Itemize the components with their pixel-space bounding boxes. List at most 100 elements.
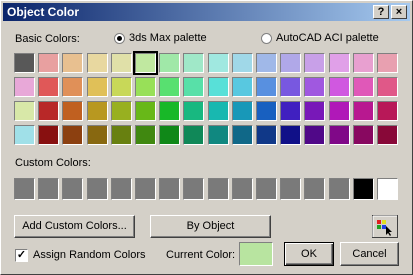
- basic-color-swatch[interactable]: [304, 53, 325, 73]
- custom-color-swatch[interactable]: [135, 178, 156, 200]
- object-color-dialog: Object Color ? × Basic Colors: 3ds Max p…: [0, 0, 413, 275]
- custom-color-swatch[interactable]: [256, 178, 277, 200]
- basic-color-swatch[interactable]: [232, 101, 253, 121]
- basic-color-swatch[interactable]: [111, 77, 132, 97]
- ok-button[interactable]: OK: [284, 242, 334, 266]
- basic-color-swatch[interactable]: [377, 125, 398, 145]
- custom-colors-label: Custom Colors:: [15, 157, 91, 169]
- basic-color-swatch[interactable]: [208, 53, 229, 73]
- basic-color-swatch[interactable]: [38, 77, 59, 97]
- basic-color-swatch[interactable]: [329, 53, 350, 73]
- basic-color-swatch[interactable]: [280, 77, 301, 97]
- basic-color-swatch[interactable]: [256, 77, 277, 97]
- basic-color-swatch[interactable]: [38, 101, 59, 121]
- basic-color-swatch[interactable]: [183, 77, 204, 97]
- check-mark-icon: ✓: [16, 249, 27, 261]
- assign-random-colors-checkbox[interactable]: ✓: [15, 249, 28, 262]
- basic-color-swatch[interactable]: [256, 125, 277, 145]
- basic-color-swatch[interactable]: [353, 77, 374, 97]
- basic-color-swatch[interactable]: [208, 101, 229, 121]
- by-object-button[interactable]: By Object: [150, 215, 271, 238]
- basic-color-swatch[interactable]: [87, 53, 108, 73]
- custom-color-swatch[interactable]: [87, 178, 108, 200]
- basic-color-swatch[interactable]: [353, 53, 374, 73]
- custom-color-swatch[interactable]: [353, 178, 374, 200]
- basic-color-swatch[interactable]: [111, 125, 132, 145]
- help-icon: ?: [377, 6, 385, 18]
- close-button[interactable]: ×: [391, 5, 407, 19]
- basic-color-swatch[interactable]: [87, 125, 108, 145]
- custom-color-swatch[interactable]: [232, 178, 253, 200]
- basic-color-swatch[interactable]: [280, 125, 301, 145]
- basic-color-swatch[interactable]: [135, 125, 156, 145]
- add-custom-colors-button[interactable]: Add Custom Colors...: [14, 215, 135, 238]
- basic-color-swatch[interactable]: [14, 125, 35, 145]
- basic-color-swatch[interactable]: [135, 77, 156, 97]
- radio-autocad-label: AutoCAD ACI palette: [276, 32, 379, 44]
- basic-color-swatch[interactable]: [280, 53, 301, 73]
- basic-color-swatch[interactable]: [256, 53, 277, 73]
- basic-color-swatch[interactable]: [353, 101, 374, 121]
- basic-color-swatch[interactable]: [353, 125, 374, 145]
- custom-color-swatch[interactable]: [159, 178, 180, 200]
- help-button[interactable]: ?: [373, 5, 389, 19]
- radio-indicator: [261, 32, 272, 44]
- basic-color-swatch[interactable]: [183, 125, 204, 145]
- basic-color-swatch[interactable]: [14, 77, 35, 97]
- basic-color-swatch[interactable]: [232, 53, 253, 73]
- basic-color-swatch[interactable]: [38, 125, 59, 145]
- radio-3ds-max-palette[interactable]: 3ds Max palette: [114, 32, 207, 44]
- custom-colors-row: [14, 178, 401, 200]
- basic-color-swatch[interactable]: [232, 77, 253, 97]
- color-picker-icon[interactable]: [372, 215, 398, 238]
- custom-color-swatch[interactable]: [183, 178, 204, 200]
- basic-color-swatch[interactable]: [87, 101, 108, 121]
- title-bar: Object Color ? ×: [3, 3, 410, 21]
- assign-random-colors-label: Assign Random Colors: [33, 249, 146, 261]
- basic-color-swatch[interactable]: [62, 125, 83, 145]
- custom-color-swatch[interactable]: [111, 178, 132, 200]
- basic-color-swatch[interactable]: [377, 77, 398, 97]
- basic-color-swatch[interactable]: [256, 101, 277, 121]
- custom-color-swatch[interactable]: [377, 178, 398, 200]
- basic-color-swatch[interactable]: [133, 51, 158, 75]
- basic-color-swatch[interactable]: [183, 53, 204, 73]
- basic-color-swatch[interactable]: [14, 53, 35, 73]
- radio-autocad-aci-palette[interactable]: AutoCAD ACI palette: [261, 32, 379, 44]
- basic-color-swatch[interactable]: [14, 101, 35, 121]
- basic-color-swatch[interactable]: [208, 125, 229, 145]
- cancel-button[interactable]: Cancel: [340, 242, 399, 266]
- basic-color-swatch[interactable]: [111, 53, 132, 73]
- custom-color-swatch[interactable]: [304, 178, 325, 200]
- custom-color-swatch[interactable]: [38, 178, 59, 200]
- basic-color-swatch[interactable]: [62, 53, 83, 73]
- custom-color-swatch[interactable]: [329, 178, 350, 200]
- basic-color-swatch[interactable]: [329, 125, 350, 145]
- basic-color-swatch[interactable]: [329, 101, 350, 121]
- basic-color-swatch[interactable]: [377, 53, 398, 73]
- basic-color-swatch[interactable]: [159, 53, 180, 73]
- basic-color-swatch[interactable]: [183, 101, 204, 121]
- basic-color-swatch[interactable]: [159, 101, 180, 121]
- basic-color-swatch[interactable]: [62, 77, 83, 97]
- basic-color-swatch[interactable]: [329, 77, 350, 97]
- basic-color-swatch[interactable]: [304, 77, 325, 97]
- custom-color-swatch[interactable]: [280, 178, 301, 200]
- basic-color-swatch[interactable]: [62, 101, 83, 121]
- basic-color-swatch[interactable]: [232, 125, 253, 145]
- custom-color-swatch[interactable]: [62, 178, 83, 200]
- basic-color-swatch[interactable]: [87, 77, 108, 97]
- basic-color-swatch[interactable]: [135, 101, 156, 121]
- basic-color-swatch[interactable]: [111, 101, 132, 121]
- basic-color-swatch[interactable]: [304, 101, 325, 121]
- basic-color-swatch[interactable]: [280, 101, 301, 121]
- custom-color-swatch[interactable]: [14, 178, 35, 200]
- basic-color-swatch[interactable]: [159, 125, 180, 145]
- basic-color-swatch[interactable]: [377, 101, 398, 121]
- current-color-swatch[interactable]: [239, 242, 273, 266]
- basic-color-swatch[interactable]: [208, 77, 229, 97]
- basic-color-swatch[interactable]: [304, 125, 325, 145]
- basic-color-swatch[interactable]: [159, 77, 180, 97]
- basic-color-swatch[interactable]: [38, 53, 59, 73]
- custom-color-swatch[interactable]: [208, 178, 229, 200]
